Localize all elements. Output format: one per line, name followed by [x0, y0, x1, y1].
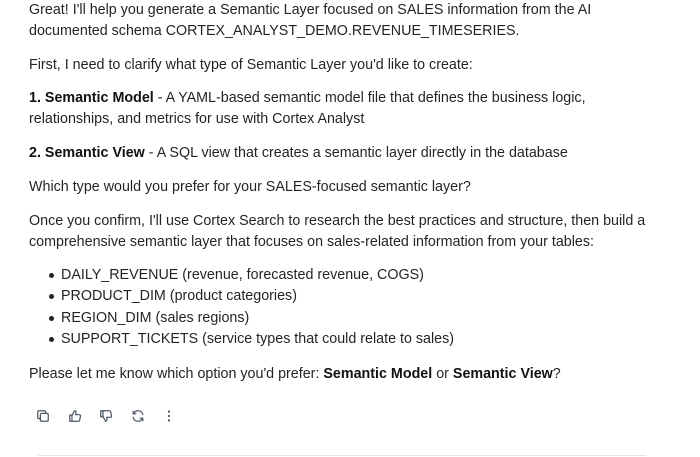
confirm-paragraph: Once you confirm, I'll use Cortex Search…	[29, 213, 646, 250]
thumbs-down-button[interactable]	[96, 406, 116, 426]
more-options-icon	[167, 410, 171, 422]
question-paragraph: Which type would you prefer for your SAL…	[29, 179, 471, 195]
option-semantic-view: 2. Semantic View - A SQL view that creat…	[29, 143, 669, 164]
list-item: REGION_DIM (sales regions)	[29, 308, 669, 329]
thumbs-up-icon	[68, 410, 81, 422]
prefer-or: or	[432, 366, 453, 382]
option-2-description: - A SQL view that creates a semantic lay…	[144, 145, 568, 161]
list-item: SUPPORT_TICKETS (service types that coul…	[29, 329, 669, 350]
prefer-suffix: ?	[552, 366, 561, 382]
thumbs-up-button[interactable]	[65, 406, 85, 426]
regenerate-button[interactable]	[128, 406, 148, 426]
list-item: PRODUCT_DIM (product categories)	[29, 286, 669, 307]
prefer-option-2: Semantic View	[452, 366, 553, 382]
intro-paragraph: Great! I'll help you generate a Semantic…	[29, 2, 592, 39]
thumbs-down-icon	[100, 410, 113, 422]
option-1-title: Semantic Model	[44, 90, 154, 106]
message-divider	[38, 455, 646, 456]
table-list: DAILY_REVENUE (revenue, forecasted reven…	[29, 265, 669, 350]
copy-button[interactable]	[33, 406, 53, 426]
prefer-paragraph: Please let me know which option you'd pr…	[29, 364, 669, 385]
option-2-number: 2.	[29, 145, 45, 161]
option-2-title: Semantic View	[44, 145, 145, 161]
regenerate-icon	[132, 410, 143, 422]
prefer-prefix: Please let me know which option you'd pr…	[29, 366, 324, 382]
option-1-number: 1.	[29, 90, 45, 106]
prefer-option-1: Semantic Model	[323, 366, 433, 382]
message-actions	[33, 406, 191, 426]
more-options-button[interactable]	[159, 406, 179, 426]
list-item: DAILY_REVENUE (revenue, forecasted reven…	[29, 265, 669, 286]
clarify-paragraph: First, I need to clarify what type of Se…	[29, 57, 473, 73]
option-semantic-model: 1. Semantic Model - A YAML-based semanti…	[29, 88, 669, 130]
copy-icon	[37, 410, 49, 422]
